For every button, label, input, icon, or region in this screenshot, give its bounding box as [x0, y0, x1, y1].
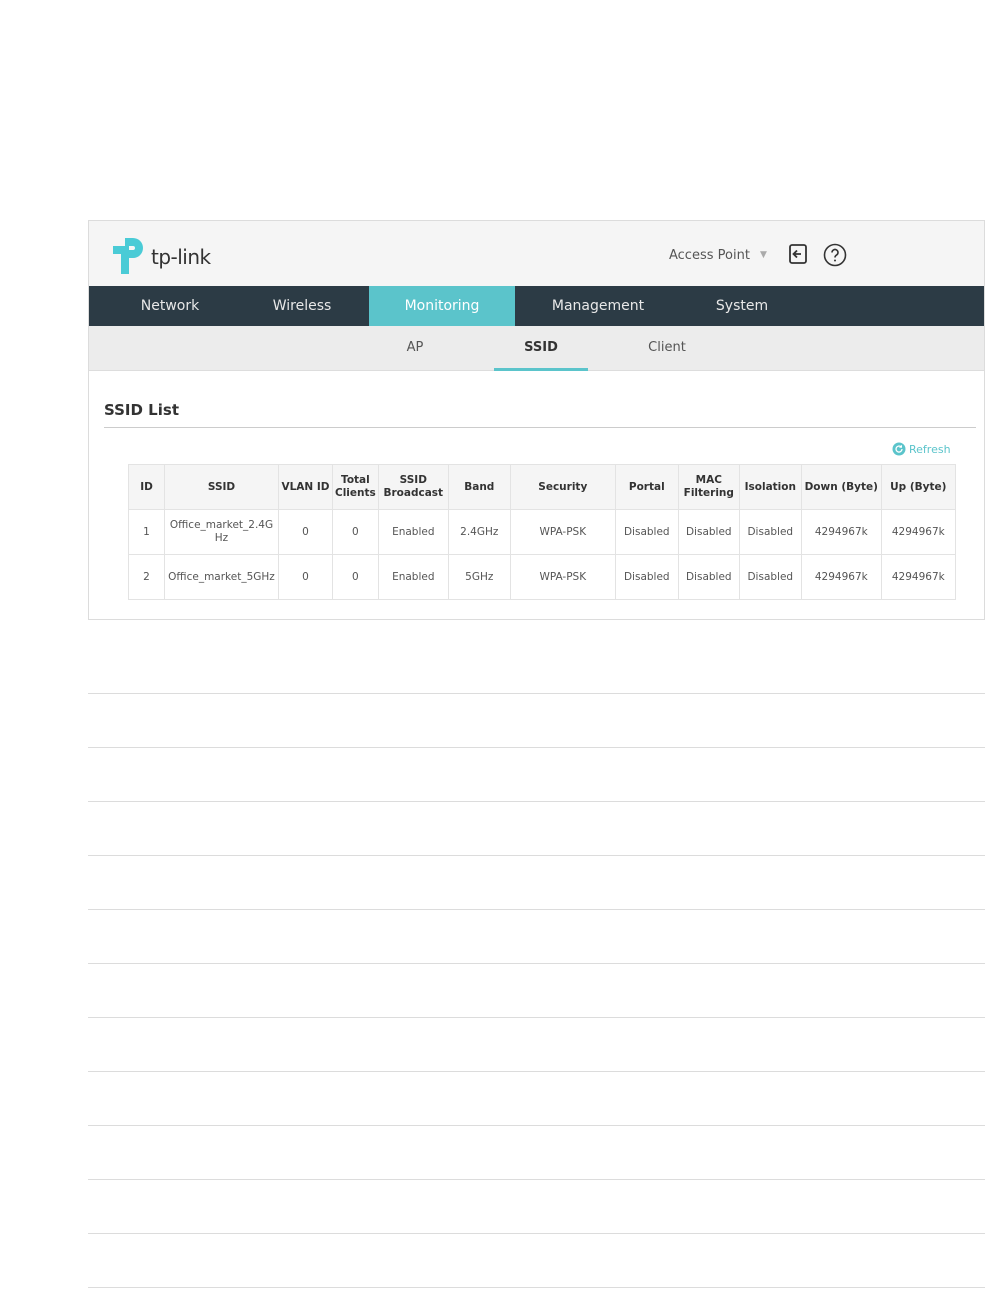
- active-tab-indicator: [494, 368, 588, 371]
- table-cell: 4294967k: [880, 509, 956, 555]
- main-nav: Network Wireless Monitoring Management S…: [89, 286, 984, 326]
- table-cell: Disabled: [738, 554, 802, 600]
- divider-line: [88, 1233, 985, 1234]
- ssid-table: ID SSID VLAN ID Total Clients SSID Broad…: [128, 464, 956, 600]
- divider-line: [88, 1287, 985, 1288]
- table-cell: WPA-PSK: [509, 509, 616, 555]
- table-cell: 4294967k: [880, 554, 956, 600]
- table-cell: Enabled: [377, 554, 449, 600]
- table-row[interactable]: 2 Office_market_5GHz 0 0 Enabled 5GHz WP…: [128, 554, 956, 600]
- tp-link-logo-icon: [113, 238, 143, 274]
- subtab-ap[interactable]: AP: [379, 326, 451, 370]
- divider-line: [88, 747, 985, 748]
- table-cell: 0: [332, 554, 379, 600]
- divider-line: [88, 855, 985, 856]
- divider-line: [88, 1071, 985, 1072]
- help-icon[interactable]: [823, 243, 847, 267]
- table-cell: 5GHz: [447, 554, 511, 600]
- table-cell: 0: [278, 554, 333, 600]
- table-cell: 4294967k: [800, 509, 882, 555]
- section-title: SSID List: [104, 401, 179, 419]
- subtab-client[interactable]: Client: [629, 326, 705, 370]
- sub-nav: AP SSID Client: [89, 326, 984, 371]
- table-cell: Disabled: [677, 554, 740, 600]
- refresh-button[interactable]: Refresh: [892, 442, 951, 458]
- column-header: Down (Byte): [800, 464, 882, 510]
- nav-management[interactable]: Management: [519, 286, 677, 326]
- column-header: Security: [509, 464, 616, 510]
- web-ui-screenshot: tp-link Access Point ▼ Network Wireless …: [88, 220, 985, 620]
- divider-line: [88, 1179, 985, 1180]
- nav-network[interactable]: Network: [109, 286, 231, 326]
- table-cell: 0: [332, 509, 379, 555]
- table-cell: Disabled: [738, 509, 802, 555]
- table-cell: 1: [128, 509, 165, 555]
- divider-line: [88, 1017, 985, 1018]
- divider-line: [88, 801, 985, 802]
- subtab-ssid[interactable]: SSID: [494, 326, 588, 371]
- table-header-row: ID SSID VLAN ID Total Clients SSID Broad…: [128, 464, 956, 510]
- brand-name: tp-link: [151, 245, 211, 269]
- refresh-icon: [892, 442, 906, 456]
- column-header: Total Clients: [332, 464, 379, 510]
- column-header: ID: [128, 464, 165, 510]
- column-header: SSID Broadcast: [377, 464, 449, 510]
- section-divider: [104, 427, 976, 428]
- table-cell: Disabled: [677, 509, 740, 555]
- column-header: Up (Byte): [880, 464, 956, 510]
- column-header: SSID: [164, 464, 279, 510]
- mode-selector[interactable]: Access Point: [669, 248, 750, 263]
- column-header: Isolation: [738, 464, 802, 510]
- column-header: VLAN ID: [278, 464, 333, 510]
- divider-line: [88, 909, 985, 910]
- table-cell: 2.4GHz: [447, 509, 511, 555]
- table-cell: 2: [128, 554, 165, 600]
- column-header: MAC Filtering: [677, 464, 740, 510]
- table-cell: 0: [278, 509, 333, 555]
- nav-system[interactable]: System: [681, 286, 803, 326]
- column-header: Portal: [614, 464, 679, 510]
- table-cell: Office_market_2.4GHz: [164, 509, 279, 555]
- table-cell: Office_market_5GHz: [164, 554, 279, 600]
- table-cell: 4294967k: [800, 554, 882, 600]
- table-cell: Disabled: [614, 554, 679, 600]
- nav-monitoring[interactable]: Monitoring: [369, 286, 515, 326]
- column-header: Band: [447, 464, 511, 510]
- divider-line: [88, 1125, 985, 1126]
- table-cell: Enabled: [377, 509, 449, 555]
- table-row[interactable]: 1 Office_market_2.4GHz 0 0 Enabled 2.4GH…: [128, 509, 956, 555]
- nav-wireless[interactable]: Wireless: [239, 286, 365, 326]
- caret-down-icon[interactable]: ▼: [760, 250, 767, 260]
- brand-logo[interactable]: tp-link: [111, 236, 221, 276]
- refresh-label: Refresh: [909, 443, 951, 456]
- table-cell: Disabled: [614, 509, 679, 555]
- divider-line: [88, 693, 985, 694]
- divider-line: [88, 963, 985, 964]
- subtab-ssid-label: SSID: [524, 340, 558, 355]
- table-cell: WPA-PSK: [509, 554, 616, 600]
- logout-icon[interactable]: [787, 243, 809, 265]
- top-bar: tp-link Access Point ▼: [89, 221, 984, 286]
